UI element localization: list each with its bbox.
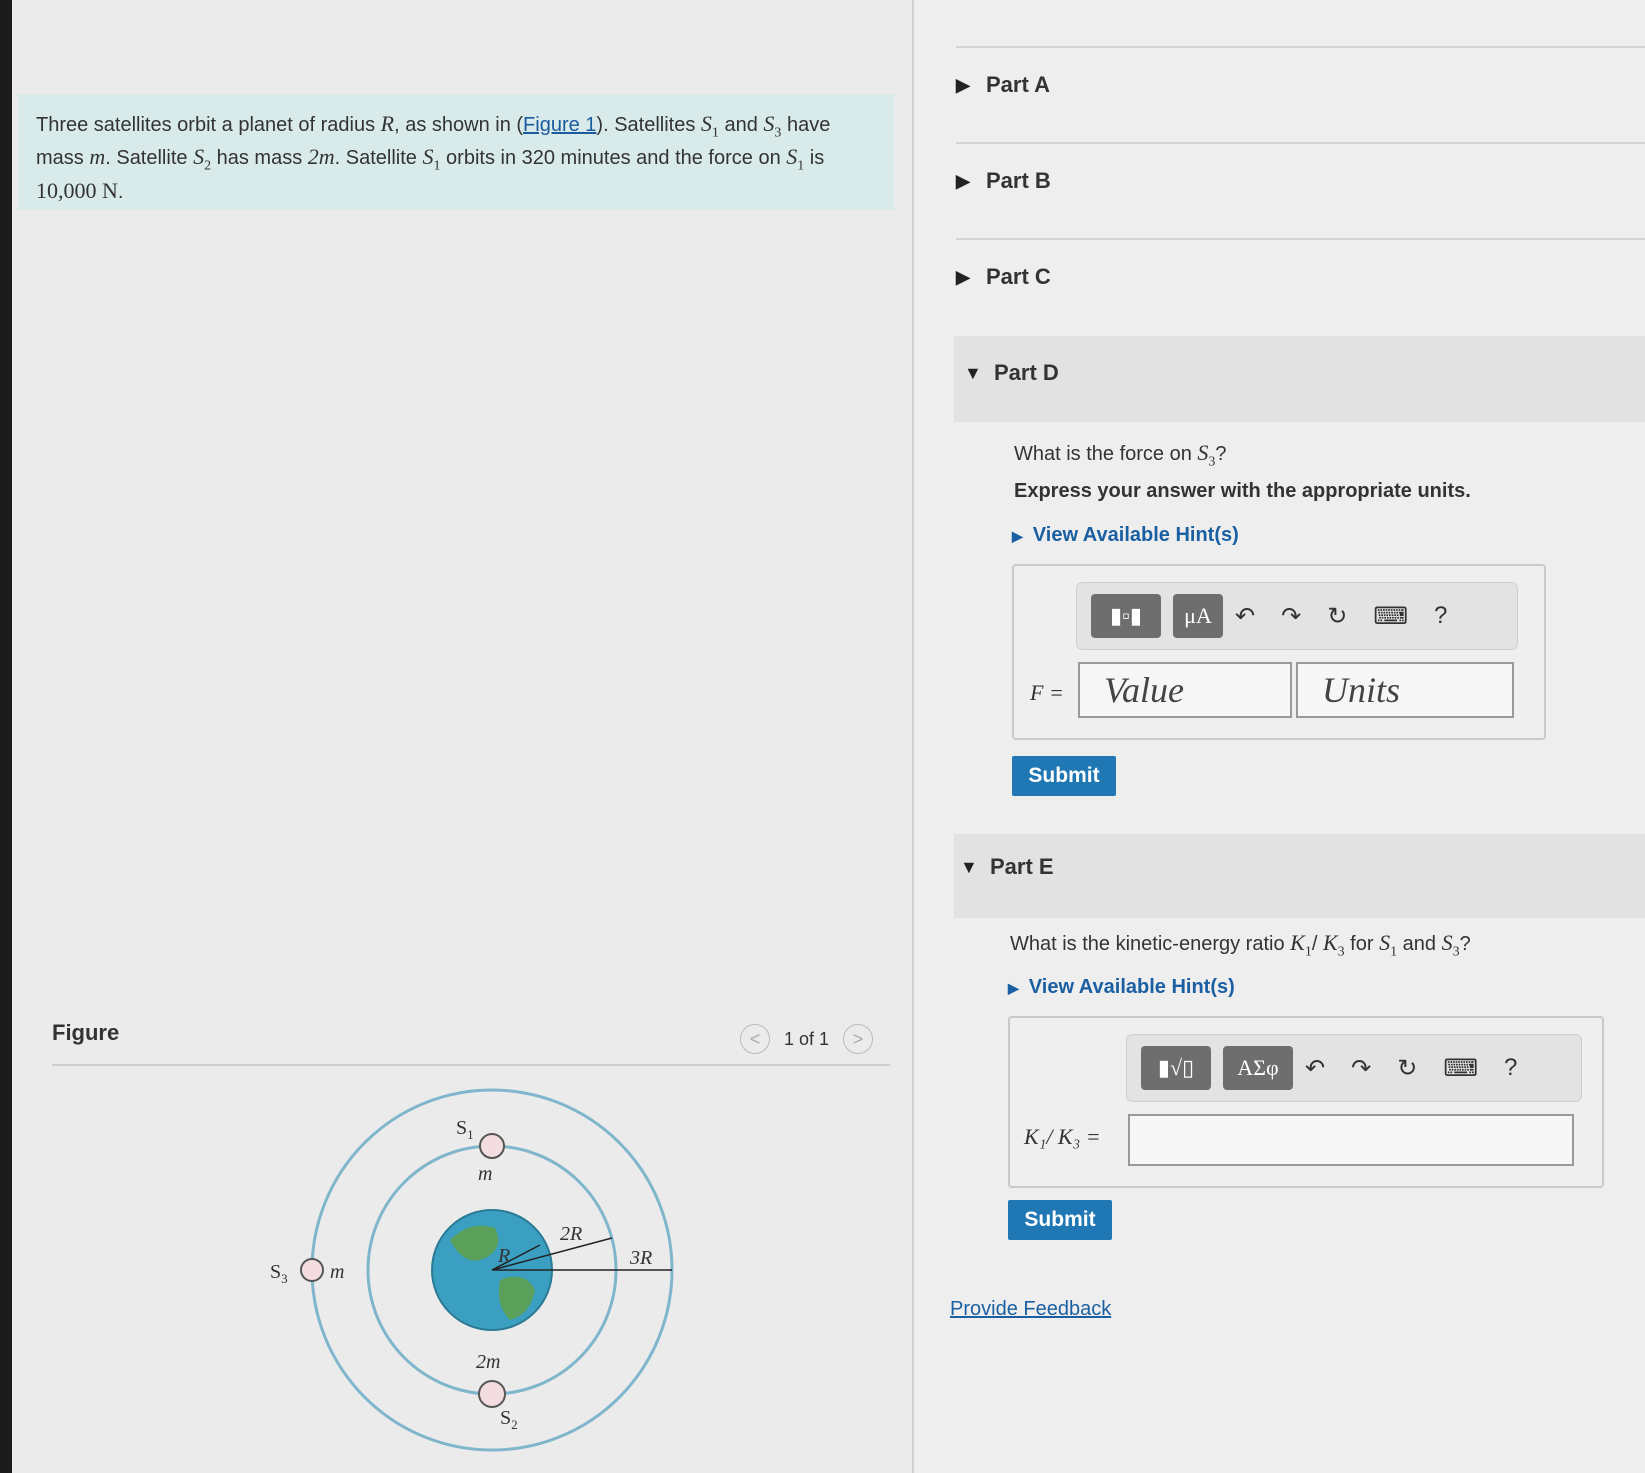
math-var: S3	[763, 111, 782, 141]
orbit-figure: S1 m 2m S2 S3 m R 2R 3R	[270, 1088, 674, 1452]
satellite-s2	[478, 1380, 506, 1408]
figure-link[interactable]: Figure 1	[523, 114, 596, 136]
part-a-header[interactable]: ▶ Part A	[956, 72, 1645, 98]
part-d-toolbar: ▮▫▮ μA ↶ ↷ ↻ ⌨ ?	[1076, 582, 1518, 650]
problem-text: , as shown in (	[394, 114, 524, 136]
force-value: 10,000 N	[36, 177, 118, 203]
label-3r: 3R	[629, 1247, 652, 1269]
label-s3: S3	[270, 1261, 288, 1286]
template-button[interactable]: ▮√▯	[1141, 1046, 1211, 1090]
keyboard-icon[interactable]: ⌨	[1373, 602, 1408, 631]
math-var: S1	[422, 144, 441, 174]
math-var: m	[89, 144, 106, 170]
problem-text: and	[718, 114, 764, 136]
value-input[interactable]: Value	[1078, 662, 1292, 718]
undo-icon[interactable]: ↶	[1235, 602, 1255, 631]
label-s1-mass: m	[478, 1163, 492, 1185]
expand-icon: ▶	[1012, 528, 1023, 544]
expand-icon: ▶	[1008, 980, 1019, 996]
divider	[956, 142, 1645, 144]
help-icon[interactable]: ?	[1504, 1054, 1517, 1082]
units-symbol-button[interactable]: μA	[1173, 594, 1223, 638]
ratio-input[interactable]	[1128, 1114, 1574, 1166]
label-s2: S2	[500, 1407, 518, 1432]
divider	[956, 46, 1645, 48]
greek-symbol-button[interactable]: ΑΣφ	[1223, 1046, 1293, 1090]
provide-feedback-link[interactable]: Provide Feedback	[950, 1298, 1111, 1321]
expand-icon: ▶	[956, 170, 970, 191]
part-e-header[interactable]: ▼ Part E	[960, 854, 1645, 880]
math-var: S1	[700, 111, 719, 141]
part-label: Part D	[994, 360, 1059, 385]
redo-icon[interactable]: ↷	[1281, 602, 1301, 631]
problem-text: is	[804, 147, 825, 170]
part-label: Part A	[986, 72, 1050, 97]
satellite-s1	[479, 1133, 505, 1159]
label-2r: 2R	[560, 1223, 582, 1245]
problem-text: has mass	[211, 147, 308, 170]
math-var: R	[380, 111, 395, 136]
label-r: R	[497, 1245, 510, 1267]
problem-text: . Satellite	[105, 147, 194, 170]
collapse-icon: ▼	[960, 856, 978, 877]
problem-text: .	[117, 180, 124, 203]
part-c-header[interactable]: ▶ Part C	[956, 264, 1645, 290]
part-label: Part B	[986, 168, 1051, 193]
units-input[interactable]: Units	[1296, 662, 1514, 718]
part-d-question: What is the force on S3?	[1014, 440, 1227, 470]
divider	[52, 1064, 890, 1066]
math-var: 2m	[307, 144, 335, 170]
template-button[interactable]: ▮▫▮	[1091, 594, 1161, 638]
problem-text: Three satellites orbit a planet of radiu…	[36, 114, 381, 136]
reset-icon[interactable]: ↻	[1327, 602, 1347, 631]
expand-icon: ▶	[956, 266, 970, 287]
prev-figure-button[interactable]: <	[740, 1024, 770, 1054]
label-s1: S1	[456, 1117, 474, 1142]
part-e-eq-label: K₁/ K₃ =	[1024, 1124, 1101, 1149]
part-e-question: What is the kinetic-energy ratio K1/ K3 …	[1010, 930, 1471, 960]
problem-text: orbits in 320 minutes and the force on	[440, 147, 787, 170]
problem-text: ). Satellites	[596, 114, 701, 136]
pager-count: 1 of 1	[784, 1028, 830, 1049]
figure-pager: < 1 of 1 >	[740, 1022, 874, 1056]
part-d-instruction: Express your answer with the appropriate…	[1014, 480, 1471, 502]
keyboard-icon[interactable]: ⌨	[1443, 1054, 1478, 1083]
label-s3-mass: m	[330, 1261, 344, 1283]
part-e-submit-button[interactable]: Submit	[1008, 1200, 1112, 1240]
part-d-hint-link[interactable]: ▶ View Available Hint(s)	[1012, 524, 1239, 547]
part-e-toolbar: ▮√▯ ΑΣφ ↶ ↷ ↻ ⌨ ?	[1126, 1034, 1582, 1102]
part-d-header[interactable]: ▼ Part D	[964, 360, 1645, 386]
part-d-eq-label: F =	[1030, 680, 1064, 705]
problem-text: . Satellite	[334, 147, 423, 170]
reset-icon[interactable]: ↻	[1397, 1054, 1417, 1083]
part-e-hint-link[interactable]: ▶ View Available Hint(s)	[1008, 976, 1235, 999]
redo-icon[interactable]: ↷	[1351, 1054, 1371, 1083]
figure-heading: Figure	[52, 1020, 120, 1045]
part-label: Part C	[986, 264, 1051, 289]
collapse-icon: ▼	[964, 362, 982, 383]
label-s2-mass: 2m	[476, 1351, 500, 1373]
math-var: S1	[786, 144, 805, 174]
undo-icon[interactable]: ↶	[1305, 1054, 1325, 1083]
next-figure-button[interactable]: >	[843, 1024, 874, 1054]
math-var: S2	[193, 144, 212, 174]
part-b-header[interactable]: ▶ Part B	[956, 168, 1645, 194]
part-d-submit-button[interactable]: Submit	[1012, 756, 1116, 796]
problem-statement: Three satellites orbit a planet of radiu…	[18, 94, 894, 210]
part-label: Part E	[990, 854, 1054, 879]
divider	[956, 238, 1645, 240]
help-icon[interactable]: ?	[1434, 602, 1447, 630]
satellite-s3	[300, 1258, 324, 1282]
expand-icon: ▶	[956, 74, 970, 95]
